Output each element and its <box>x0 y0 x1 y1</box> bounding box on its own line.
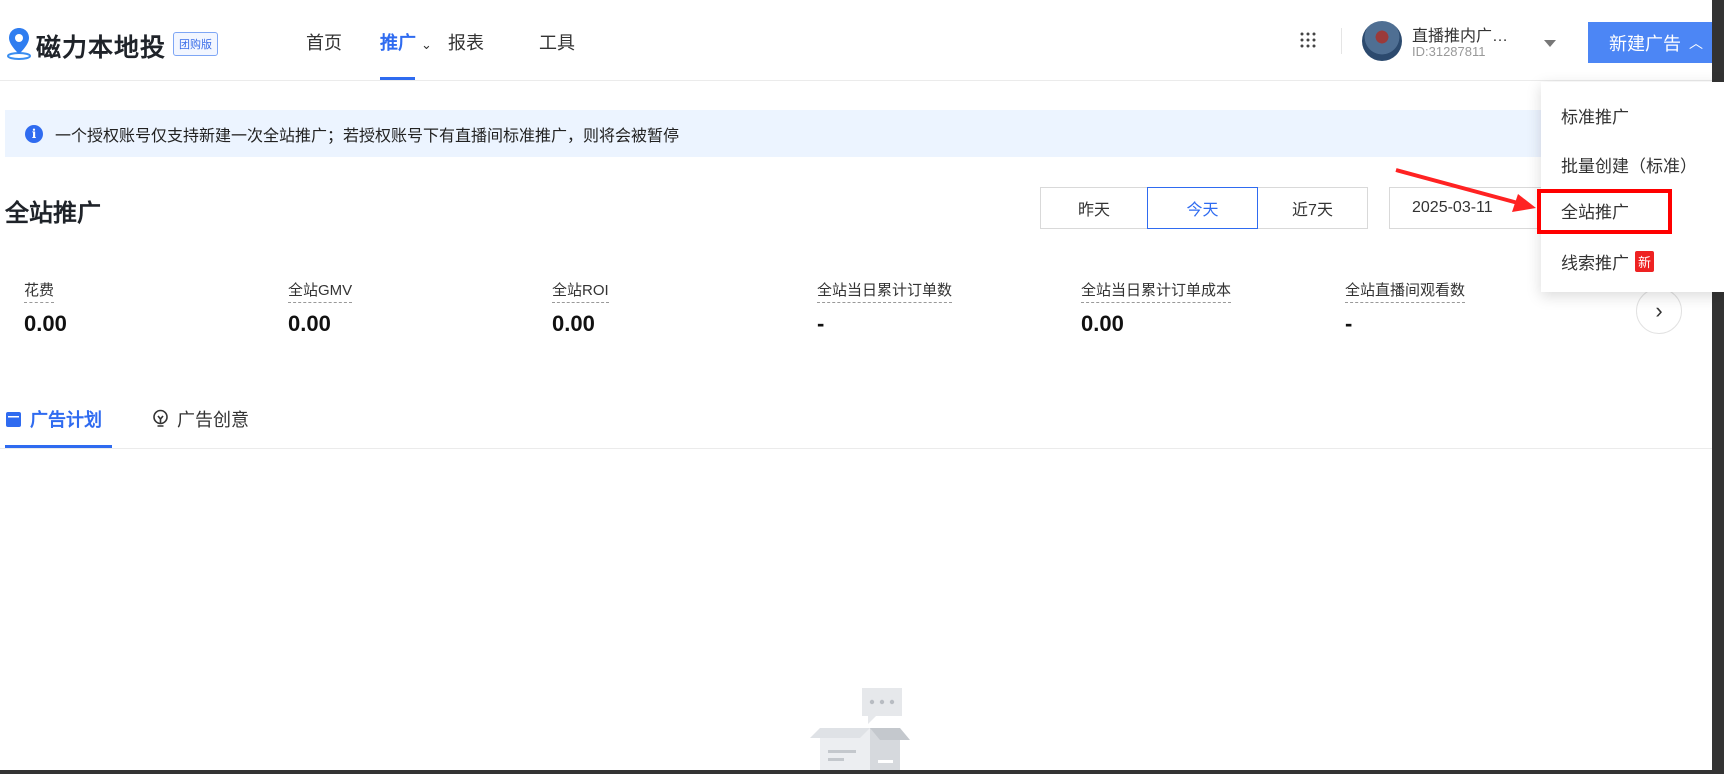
account-id: ID:31287811 <box>1412 44 1486 59</box>
calendar-icon <box>6 412 21 427</box>
apps-grid-icon[interactable] <box>1300 32 1316 48</box>
new-ad-label: 新建广告 <box>1609 33 1681 54</box>
nav-promotion[interactable]: 推广 ⌄ <box>380 29 432 55</box>
menu-item-batch-create[interactable]: 批量创建（标准） <box>1561 152 1697 177</box>
tab-label: 广告创意 <box>177 410 249 430</box>
date-today-button[interactable]: 今天 <box>1147 187 1258 229</box>
window-edge <box>0 770 1724 774</box>
tab-ad-plans[interactable]: 广告计划 <box>5 406 102 432</box>
new-badge: 新 <box>1635 251 1655 272</box>
annotation-highlight-box <box>1537 189 1672 234</box>
menu-item-label: 线索推广 <box>1561 254 1629 273</box>
date-7days-button[interactable]: 近7天 <box>1257 187 1368 229</box>
menu-item-leads[interactable]: 线索推广新 <box>1561 249 1655 274</box>
metric-value: - <box>1345 311 1353 336</box>
nav-tools[interactable]: 工具 <box>539 29 575 55</box>
info-icon: i <box>25 124 43 143</box>
metric-label[interactable]: 全站ROI <box>552 279 609 303</box>
nav-home[interactable]: 首页 <box>306 29 342 55</box>
annotation-arrow-icon <box>1395 168 1536 212</box>
caret-down-icon[interactable] <box>1544 40 1556 47</box>
empty-box-icon <box>810 688 910 774</box>
chevron-up-icon: ︿ <box>1689 34 1703 51</box>
nav-reports[interactable]: 报表 <box>448 29 484 55</box>
chevron-down-icon: ⌄ <box>421 37 432 52</box>
lightbulb-icon <box>153 409 168 427</box>
logo-icon <box>7 28 31 60</box>
nav-promotion-label: 推广 <box>380 33 416 53</box>
edition-badge: 团购版 <box>173 32 218 56</box>
metric-value: 0.00 <box>288 311 331 336</box>
metric-value: 0.00 <box>552 311 595 336</box>
tab-active-indicator <box>5 445 112 448</box>
avatar[interactable] <box>1362 21 1402 61</box>
new-ad-dropdown-menu: 标准推广 批量创建（标准） 全站推广 线索推广新 <box>1541 82 1724 292</box>
divider <box>1341 28 1342 54</box>
tab-label: 广告计划 <box>30 410 102 430</box>
new-ad-button[interactable]: 新建广告 ︿ <box>1588 22 1724 63</box>
metrics-next-button[interactable]: › <box>1636 288 1682 334</box>
info-alert: i 一个授权账号仅支持新建一次全站推广；若授权账号下有直播间标准推广，则将会被暂停 <box>5 110 1545 157</box>
metric-label[interactable]: 全站GMV <box>288 279 353 303</box>
menu-item-standard[interactable]: 标准推广 <box>1561 103 1629 128</box>
logo-text: 磁力本地投 <box>36 34 167 62</box>
tab-divider <box>0 448 1712 449</box>
metric-label[interactable]: 花费 <box>24 279 55 303</box>
metric-label[interactable]: 全站直播间观看数 <box>1345 279 1466 303</box>
nav-active-indicator <box>380 77 415 80</box>
tab-ad-creatives[interactable]: 广告创意 <box>152 406 249 432</box>
metric-label[interactable]: 全站当日累计订单数 <box>817 279 953 303</box>
metric-value: - <box>817 311 825 336</box>
account-name[interactable]: 直播推内广… <box>1412 22 1508 46</box>
page-title: 全站推广 <box>5 200 101 227</box>
metric-value: 0.00 <box>1081 311 1124 336</box>
metric-label[interactable]: 全站当日累计订单成本 <box>1081 279 1232 303</box>
chevron-right-icon: › <box>1655 298 1663 323</box>
alert-text: 一个授权账号仅支持新建一次全站推广；若授权账号下有直播间标准推广，则将会被暂停 <box>55 127 680 145</box>
date-yesterday-button[interactable]: 昨天 <box>1040 187 1148 229</box>
metric-value: 0.00 <box>24 311 67 336</box>
